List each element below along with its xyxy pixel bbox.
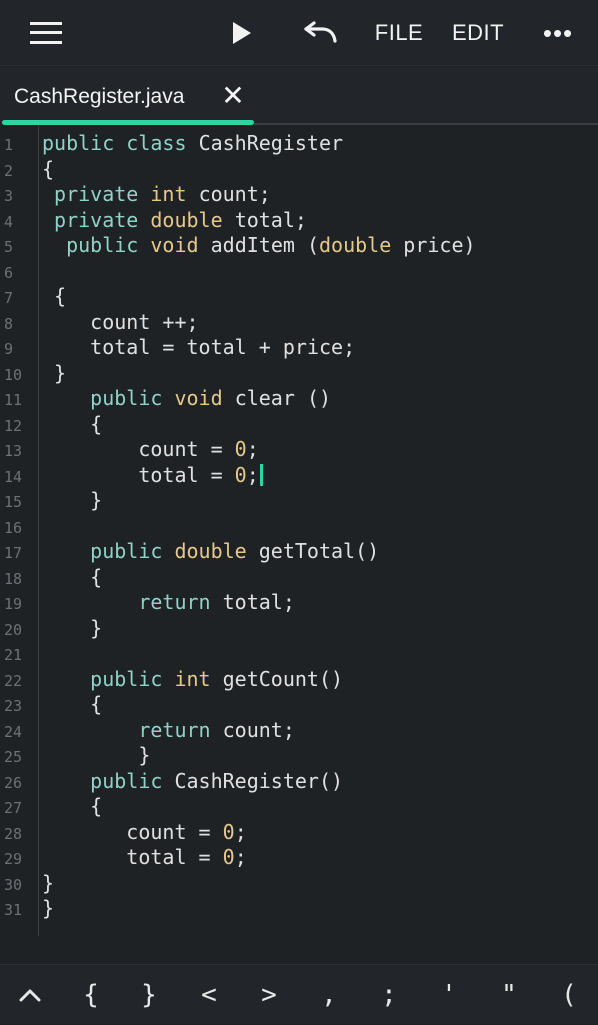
line-number: 11 xyxy=(4,391,23,409)
code-line[interactable]: { xyxy=(42,565,102,591)
line-number: 8 xyxy=(4,314,14,333)
code-line[interactable]: } xyxy=(42,616,102,642)
play-icon xyxy=(233,22,251,44)
code-line[interactable]: public double getTotal() xyxy=(42,539,379,565)
line-number: 20 xyxy=(4,620,23,639)
code-line[interactable]: public void addItem (double price) xyxy=(42,233,475,259)
code-line[interactable]: count = 0; xyxy=(42,820,246,846)
code-line[interactable]: return total; xyxy=(42,590,295,616)
tab-bar: CashRegister.java ✕ xyxy=(0,67,598,125)
code-line[interactable]: count ++; xyxy=(42,310,198,336)
line-number: 1 xyxy=(4,136,14,154)
symbol-key[interactable]: " xyxy=(484,965,534,1025)
line-number: 27 xyxy=(4,799,23,817)
code-line[interactable]: { xyxy=(42,692,102,718)
line-number: 15 xyxy=(4,493,23,511)
line-number: 7 xyxy=(4,289,14,307)
file-menu-button[interactable]: FILE xyxy=(372,0,426,66)
undo-icon xyxy=(304,21,337,43)
tab-bar-divider xyxy=(254,123,598,125)
symbol-key[interactable]: > xyxy=(244,965,294,1025)
line-number: 10 xyxy=(4,365,23,384)
code-line[interactable]: private double total; xyxy=(42,208,307,234)
symbol-key-bar: ^{}<>,;'"( xyxy=(0,964,598,1024)
run-button[interactable] xyxy=(222,0,262,66)
tab-label: CashRegister.java xyxy=(14,85,185,108)
code-line[interactable]: } xyxy=(42,488,102,514)
line-number: 2 xyxy=(4,161,14,180)
line-number: 21 xyxy=(4,646,23,664)
code-line[interactable]: public int getCount() xyxy=(42,667,343,693)
gutter-divider xyxy=(38,126,39,936)
code-line[interactable]: count = 0; xyxy=(42,437,258,463)
symbol-key[interactable]: , xyxy=(304,965,354,1025)
line-number: 4 xyxy=(4,212,14,231)
code-line[interactable]: } xyxy=(42,743,150,769)
code-line[interactable]: public CashRegister() xyxy=(42,769,343,795)
line-number: 22 xyxy=(4,671,23,690)
text-cursor xyxy=(259,463,263,486)
symbol-key[interactable]: } xyxy=(124,965,174,1025)
code-line[interactable]: } xyxy=(42,896,54,922)
tab-cashregister-java[interactable]: CashRegister.java ✕ xyxy=(0,67,254,125)
line-number: 28 xyxy=(4,824,23,843)
code-line[interactable]: total = 0; xyxy=(42,463,263,489)
line-number: 29 xyxy=(4,850,23,868)
code-line[interactable]: { xyxy=(42,284,66,310)
line-number: 6 xyxy=(4,263,14,282)
symbol-key[interactable]: < xyxy=(184,965,234,1025)
line-number: 25 xyxy=(4,748,23,766)
code-line[interactable]: public void clear () xyxy=(42,386,331,412)
top-toolbar: FILE EDIT ••• xyxy=(0,0,598,66)
code-line[interactable]: total = total + price; xyxy=(42,335,355,361)
active-tab-indicator xyxy=(2,120,254,125)
line-number: 5 xyxy=(4,238,14,256)
line-number: 14 xyxy=(4,467,23,486)
hamburger-icon xyxy=(30,22,62,44)
code-line[interactable]: { xyxy=(42,794,102,820)
line-number: 19 xyxy=(4,595,23,613)
chevron-up-icon xyxy=(19,989,41,1002)
symbol-key[interactable]: ; xyxy=(364,965,414,1025)
line-number: 17 xyxy=(4,544,23,562)
line-number: 9 xyxy=(4,340,14,358)
line-number: 13 xyxy=(4,442,23,460)
code-line[interactable]: } xyxy=(42,871,54,897)
code-line[interactable]: private int count; xyxy=(42,182,271,208)
code-line[interactable]: { xyxy=(42,157,54,183)
line-number: 31 xyxy=(4,901,23,919)
symbol-key[interactable]: { xyxy=(66,965,116,1025)
code-line[interactable]: public class CashRegister xyxy=(42,131,343,157)
edit-menu-button[interactable]: EDIT xyxy=(450,0,506,66)
code-line[interactable]: total = 0; xyxy=(42,845,246,871)
code-line[interactable]: return count; xyxy=(42,718,295,744)
line-number: 26 xyxy=(4,773,23,792)
code-line[interactable]: } xyxy=(42,361,66,387)
line-number: 24 xyxy=(4,722,23,741)
line-number: 30 xyxy=(4,875,23,894)
line-number: 12 xyxy=(4,416,23,435)
code-editor[interactable]: 1 public class CashRegister 2 {3 private in… xyxy=(0,126,598,964)
code-line[interactable]: { xyxy=(42,412,102,438)
symbol-key[interactable]: ( xyxy=(544,965,594,1025)
close-icon[interactable]: ✕ xyxy=(220,81,246,111)
menu-button[interactable] xyxy=(24,0,68,66)
undo-button[interactable] xyxy=(296,0,342,66)
collapse-keys-button[interactable]: ^ xyxy=(5,965,55,1025)
line-number: 16 xyxy=(4,518,23,537)
line-number: 23 xyxy=(4,697,23,715)
line-number: 18 xyxy=(4,569,23,588)
line-number: 3 xyxy=(4,187,14,205)
more-options-button[interactable]: ••• xyxy=(536,0,580,66)
symbol-key[interactable]: ' xyxy=(424,965,474,1025)
